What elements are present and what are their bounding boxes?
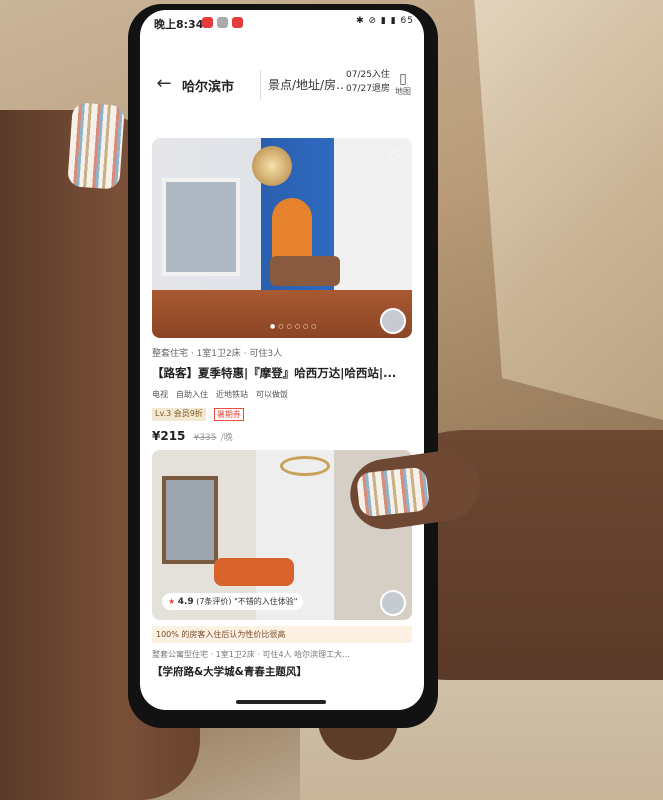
rating-count: (7条评价) [196,597,232,606]
listing-price: ¥215 ¥335 /晚 [152,429,412,443]
status-bar: 晚上8:34 ✱ ⊘ ▮ ▮ 65 [140,10,424,36]
listing-location: 哈尔滨理工大... [294,650,350,659]
listing-meta: 整套住宅 · 1室1卫2床 · 可住3人 [152,349,283,359]
tag: 近地铁站 [216,390,248,399]
photo-ceiling-lamp [280,456,330,476]
photo-window [162,178,240,276]
photo-sofa [214,558,294,586]
original-price: ¥335 [193,433,217,443]
status-icons: ✱ ⊘ ▮ ▮ 65 [356,16,414,26]
listing-tags: 电视 自助入住 近地铁站 可以做饭 [152,389,412,400]
left-thumb-nail [67,102,125,190]
current-price: ¥215 [152,429,186,443]
photo-scene: 晚上8:34 ✱ ⊘ ▮ ▮ 65 ← 哈尔滨市 景点/地址/房... 07/2… [0,0,663,800]
photo-wall-art [272,198,312,258]
map-icon: ▯ [399,71,407,87]
heart-icon[interactable]: ♡ [388,146,402,165]
divider [260,70,261,100]
app-notification-icon [202,17,213,28]
checkout-date: 07/27退房 [346,84,390,94]
review-quote: "不错的入住体验" [234,597,298,606]
photo-sofa [270,256,340,286]
checkin-date: 07/25入住 [346,70,390,80]
keyword-input[interactable]: 景点/地址/房... [268,76,344,93]
right-thumb-nail [355,466,431,518]
phone-screen: 晚上8:34 ✱ ⊘ ▮ ▮ 65 ← 哈尔滨市 景点/地址/房... 07/2… [140,10,424,710]
status-time: 晚上8:34 [154,18,204,31]
photo-chandelier [252,146,292,186]
home-indicator[interactable] [236,700,326,704]
listing-title[interactable]: 【路客】夏季特惠|『摩登』哈西万达|哈西站|... [152,365,412,381]
back-arrow-icon[interactable]: ← [152,72,176,96]
tag: 电视 [152,390,168,399]
app-notification-icon [232,17,243,28]
listing-photo[interactable]: ♡ ●○○○○○ [152,138,412,338]
photo-window [162,476,218,564]
avatar[interactable] [380,308,406,334]
member-tag: Lv.3 会员9折 [152,408,206,421]
map-button[interactable]: ▯ 地图 [392,72,414,97]
listing-title[interactable]: 【学府路&大学城&青春主题风】 [152,664,412,679]
value-banner: 100% 的房客入住后认为性价比很高 [152,626,412,643]
rating-score: 4.9 [177,597,194,607]
listing-discount-tags: Lv.3 会员9折 暑期券 [152,408,412,421]
coupon-tag: 暑期券 [213,408,244,421]
date-selector[interactable]: 07/25入住 07/27退房 [346,68,390,96]
tag: 自助入住 [176,390,208,399]
paper-bag [474,0,663,420]
star-icon: ★ [168,597,176,606]
listing-meta: 整套公寓型住宅 · 1室1卫2床 · 可住4人 哈尔滨理工大... [152,649,412,660]
listing-meta-text: 整套公寓型住宅 · 1室1卫2床 · 可住4人 [152,650,292,659]
carousel-dots: ●○○○○○ [270,323,320,330]
avatar[interactable] [380,590,406,616]
price-unit: /晚 [220,433,233,443]
listing-card[interactable]: ♡ ●○○○○○ 整套住宅 · 1室1卫2床 · 可住3人 【路客】夏季特惠|『… [152,138,412,443]
map-label: 地图 [395,87,411,96]
tag: 可以做饭 [256,390,288,399]
rating-pill: ★ 4.9 (7条评价) "不错的入住体验" [162,593,304,610]
photo-floor [152,290,412,338]
app-notification-icon [217,17,228,28]
city-selector[interactable]: 哈尔滨市 [182,76,234,95]
search-bar[interactable]: ← 哈尔滨市 景点/地址/房... 07/25入住 07/27退房 ▯ 地图 [150,64,412,108]
